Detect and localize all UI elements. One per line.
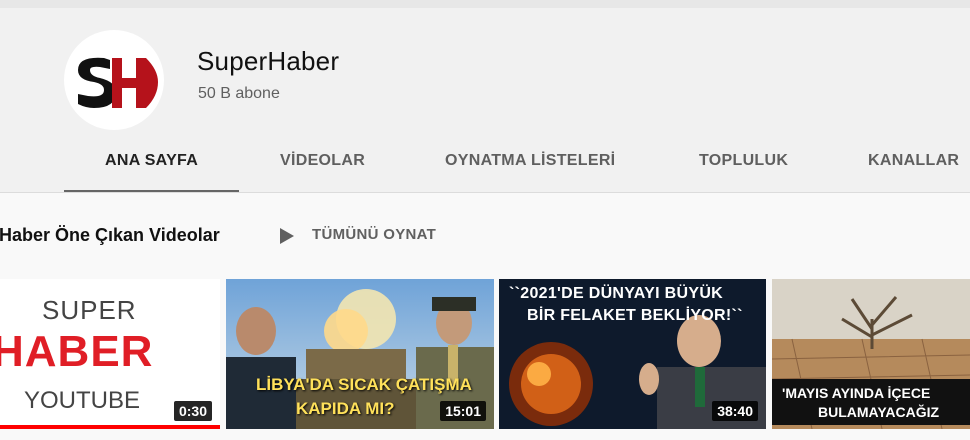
subscriber-count: 50 B abone [198, 85, 280, 102]
video-duration: 0:30 [173, 401, 212, 421]
video-thumbnail[interactable]: LİBYA'DA SICAK ÇATIŞMA KAPIDA MI? 15:01 [226, 279, 494, 429]
play-all-label: TÜMÜNÜ OYNAT [312, 226, 437, 243]
tab-channels[interactable]: KANALLAR [868, 152, 959, 170]
channel-header: SuperHaber 50 B abone ANA SAYFA VİDEOLAR… [0, 8, 970, 193]
tab-playlists[interactable]: OYNATMA LİSTELERİ [445, 152, 615, 170]
tab-community[interactable]: TOPLULUK [699, 152, 788, 170]
top-strip [0, 0, 970, 8]
thumb-text: HABER [0, 327, 154, 376]
thumb-text: YOUTUBE [24, 387, 141, 414]
play-icon [280, 228, 294, 244]
channel-tabs: ANA SAYFA VİDEOLAR OYNATMA LİSTELERİ TOP… [0, 144, 970, 193]
channel-avatar[interactable] [64, 30, 164, 130]
section-title[interactable]: rHaber Öne Çıkan Videolar [0, 225, 220, 246]
video-thumbnail[interactable]: ``2021'DE DÜNYAYI BÜYÜK BİR FELAKET BEKL… [499, 279, 766, 429]
tab-videos[interactable]: VİDEOLAR [280, 152, 365, 170]
featured-videos-section: rHaber Öne Çıkan Videolar TÜMÜNÜ OYNAT S… [0, 193, 970, 440]
superhaber-logo-icon [78, 57, 158, 108]
video-thumbnail[interactable]: 'MAYIS AYINDA İÇECE BULAMAYACAĞIZ [772, 279, 970, 429]
watch-progress-bar [0, 425, 220, 429]
video-thumbnail[interactable]: SUPER HABER YOUTUBE 0:30 [0, 279, 220, 429]
tab-home[interactable]: ANA SAYFA [105, 152, 198, 170]
channel-name: SuperHaber [197, 46, 340, 76]
video-duration: 15:01 [440, 401, 486, 421]
thumb-text: SUPER [42, 295, 137, 325]
video-duration: 38:40 [712, 401, 758, 421]
thumb-caption: 'MAYIS AYINDA İÇECE BULAMAYACAĞIZ [772, 379, 970, 425]
